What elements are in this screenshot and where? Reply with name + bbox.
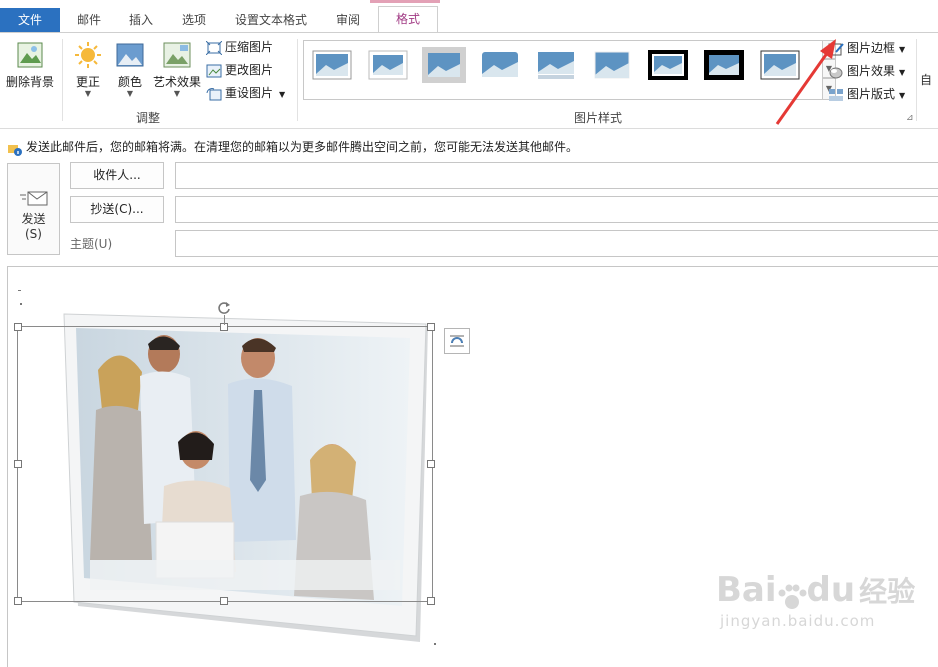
layout-options-button[interactable] (444, 328, 470, 354)
watermark-brand: Bai (716, 570, 777, 610)
reset-picture-icon (206, 87, 222, 101)
ribbon: 删除背景 更正 ▼ 颜色 ▼ 艺术效果 ▼ 压缩图片 更改图片 重设图片 ▼ 调整 (0, 32, 938, 129)
resize-handle[interactable] (427, 597, 435, 605)
send-label: 发送 (21, 212, 46, 226)
paragraph-mark (20, 303, 22, 305)
style-thumb[interactable] (648, 50, 688, 80)
reset-picture-label: 重设图片 (225, 86, 274, 100)
to-field[interactable] (175, 162, 938, 189)
send-button[interactable]: 发送 (S) (7, 163, 60, 255)
rotate-icon[interactable] (217, 301, 231, 315)
resize-handle[interactable] (427, 323, 435, 331)
tab-format-text[interactable]: 设置文本格式 (224, 8, 318, 32)
to-button[interactable]: 收件人... (70, 162, 164, 189)
resize-handle[interactable] (220, 597, 228, 605)
chevron-down-icon: ▼ (899, 91, 906, 100)
compress-icon (205, 40, 223, 55)
subject-label: 主题(U) (70, 237, 113, 251)
auto-wrap-label: 自 (920, 73, 933, 87)
tab-mail[interactable]: 邮件 (64, 8, 114, 32)
chevron-down-icon: ▼ (899, 45, 906, 54)
group-divider (297, 39, 298, 121)
warning-message: 发送此邮件后，您的邮箱将满。在清理您的邮箱以为更多邮件腾出空间之前，您可能无法发… (26, 140, 579, 154)
dialog-launcher-icon[interactable]: ⊿ (906, 113, 914, 123)
tab-picture-format[interactable]: 格式 (378, 6, 438, 33)
group-label-adjust: 调整 (136, 111, 161, 125)
layout-options-icon (450, 335, 464, 347)
cc-field[interactable] (175, 196, 938, 223)
remove-background-icon (16, 41, 44, 69)
cc-button[interactable]: 抄送(C)... (70, 196, 164, 223)
mailbox-warning-bar: 发送此邮件后，您的邮箱将满。在清理您的邮箱以为更多邮件腾出空间之前，您可能无法发… (0, 137, 938, 157)
picture-effects-label: 图片效果 (847, 64, 896, 78)
sun-icon (74, 41, 102, 69)
resize-handle[interactable] (427, 460, 435, 468)
rotation-stem (224, 315, 225, 325)
paw-icon (777, 579, 807, 609)
style-thumb[interactable] (368, 50, 408, 80)
artistic-effects-button[interactable]: 艺术效果 ▼ (148, 39, 206, 101)
warning-info-icon (8, 142, 22, 156)
change-picture-button[interactable]: 更改图片 (206, 60, 273, 80)
reset-picture-button[interactable]: 重设图片 ▼ (206, 83, 285, 103)
watermark-url: jingyan.baidu.com (720, 612, 876, 630)
remove-background-label: 删除背景 (5, 75, 54, 89)
subject-field[interactable] (175, 230, 938, 257)
style-thumb[interactable] (480, 50, 520, 80)
resize-handle[interactable] (14, 460, 22, 468)
chevron-down-icon: ▼ (899, 68, 906, 77)
annotation-arrow (775, 39, 836, 125)
picture-selection-box (17, 326, 433, 602)
title-accent (370, 0, 440, 3)
paragraph-mark (18, 290, 21, 291)
resize-handle[interactable] (14, 597, 22, 605)
compress-label: 压缩图片 (225, 40, 274, 54)
tab-file[interactable]: 文件 (0, 8, 60, 32)
picture-border-label: 图片边框 (847, 41, 896, 55)
change-picture-icon (206, 64, 222, 78)
group-label-picture-styles: 图片样式 (574, 111, 623, 125)
style-thumb[interactable] (592, 50, 632, 80)
style-thumb[interactable] (704, 50, 744, 80)
tab-options[interactable]: 选项 (168, 8, 220, 32)
style-thumb[interactable] (312, 50, 352, 80)
tab-insert[interactable]: 插入 (116, 8, 166, 32)
watermark-brand-du: du (806, 570, 856, 610)
resize-handle[interactable] (14, 323, 22, 331)
paragraph-mark (434, 643, 436, 645)
chevron-down-icon: ▼ (173, 89, 181, 98)
artistic-effects-label: 艺术效果 (152, 75, 201, 89)
style-thumb[interactable] (536, 50, 576, 80)
picture-styles-gallery[interactable] (303, 40, 824, 100)
color-picture-icon (116, 41, 144, 69)
remove-background-button[interactable]: 删除背景 (2, 39, 58, 101)
style-thumb-selected[interactable] (422, 47, 466, 83)
artistic-effects-icon (163, 41, 191, 69)
change-picture-label: 更改图片 (225, 63, 274, 77)
auto-wrap-button[interactable]: 自 (920, 71, 938, 88)
picture-layout-label: 图片版式 (847, 87, 896, 101)
send-shortcut: (S) (25, 227, 42, 241)
chevron-down-icon: ▼ (279, 90, 286, 99)
ribbon-tab-bar: 文件 邮件 插入 选项 设置文本格式 审阅 格式 (0, 0, 938, 33)
watermark-jingyan: 经验 (859, 575, 916, 608)
group-divider (916, 39, 917, 121)
baidu-jingyan-watermark: Bai du 经验 jingyan.baidu.com (716, 570, 926, 650)
envelope-icon (19, 190, 48, 208)
compress-pictures-button[interactable]: 压缩图片 (205, 37, 274, 57)
tab-review[interactable]: 审阅 (322, 8, 374, 32)
